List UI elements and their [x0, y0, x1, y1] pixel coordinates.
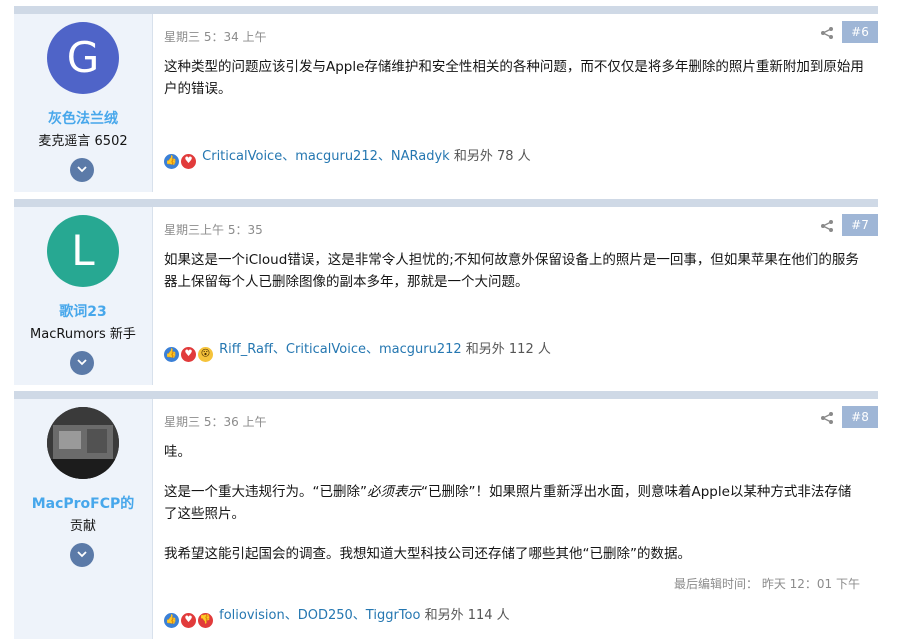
reactions-bar[interactable]: 👍 ♥ 😮 Riff_Raff、CriticalVoice、macguru212 和…: [164, 338, 551, 362]
avatar[interactable]: L: [47, 215, 119, 287]
reactions-bar[interactable]: 👍 ♥ CriticalVoice、macguru212、NARadyk 和另外 …: [164, 145, 531, 169]
avatar-letter: L: [71, 226, 95, 275]
post-body: 哇。 这是一个重大违规行为。“已删除”必须表示“已删除”！如果照片重新浮出水面，…: [164, 441, 864, 565]
share-icon[interactable]: [820, 411, 834, 425]
reaction-count[interactable]: 和另外 112 人: [466, 342, 551, 357]
post: G 灰色法兰绒 麦克遥言 6502 星期三 5：34 上午 #6 这种类型的问题…: [14, 6, 878, 192]
user-title: 麦克遥言 6502: [38, 134, 128, 149]
avatar-letter: G: [66, 33, 100, 82]
chevron-down-icon: [77, 359, 87, 366]
avatar[interactable]: [47, 407, 119, 479]
post-paragraph: 如果这是一个iCloud错误，这是非常令人担忧的;不知何故意外保留设备上的照片是…: [164, 252, 859, 290]
user-title: MacRumors 新手: [30, 327, 136, 342]
post-paragraph: 这是一个重大违规行为。“已删除”必须表示“已删除”！如果照片重新浮出水面，则意味…: [164, 484, 852, 522]
post: L 歌词23 MacRumors 新手 星期三上午 5：35 #7 如果这是一个…: [14, 199, 878, 385]
post-paragraph: 这种类型的问题应该引发与Apple存储维护和安全性相关的各种问题，而不仅仅是将多…: [164, 59, 864, 97]
last-edited: 最后编辑时间： 昨天 12：01 下午: [674, 577, 860, 591]
post-date[interactable]: 星期三 5：34 上午: [164, 28, 267, 45]
post: MacProFCP的 贡献 星期三 5：36 上午 #8 哇。 这是一个重大违规…: [14, 391, 878, 639]
reaction-users[interactable]: Riff_Raff、CriticalVoice、macguru212: [219, 342, 462, 357]
user-panel: L 歌词23 MacRumors 新手: [14, 207, 153, 385]
user-panel: MacProFCP的 贡献: [14, 399, 153, 639]
expand-user-button[interactable]: [70, 158, 94, 182]
expand-user-button[interactable]: [70, 351, 94, 375]
username[interactable]: 灰色法兰绒: [14, 108, 152, 128]
chevron-down-icon: [77, 166, 87, 173]
avatar[interactable]: G: [47, 22, 119, 94]
expand-user-button[interactable]: [70, 543, 94, 567]
post-date[interactable]: 星期三上午 5：35: [164, 221, 263, 238]
post-number[interactable]: #6: [842, 21, 878, 43]
thumbs-up-icon: 👍: [164, 154, 179, 169]
heart-icon: ♥: [181, 154, 196, 169]
username[interactable]: MacProFCP的: [14, 493, 152, 513]
chevron-down-icon: [77, 551, 87, 558]
post-number[interactable]: #7: [842, 214, 878, 236]
post-date[interactable]: 星期三 5：36 上午: [164, 413, 267, 430]
username[interactable]: 歌词23: [14, 301, 152, 321]
user-panel: G 灰色法兰绒 麦克遥言 6502: [14, 14, 153, 192]
post-paragraph: 我希望这能引起国会的调查。我想知道大型科技公司还存储了哪些其他“已删除”的数据。: [164, 546, 691, 562]
share-icon[interactable]: [820, 219, 834, 233]
reaction-users[interactable]: CriticalVoice、macguru212、NARadyk: [202, 149, 450, 164]
reaction-count[interactable]: 和另外 78 人: [454, 149, 531, 164]
emphasis-text: 必须表示: [367, 484, 421, 500]
user-title: 贡献: [69, 519, 96, 534]
wow-face-icon: 😮: [198, 347, 213, 362]
thumbs-up-icon: 👍: [164, 347, 179, 362]
post-body: 这种类型的问题应该引发与Apple存储维护和安全性相关的各种问题，而不仅仅是将多…: [164, 56, 864, 100]
avatar-photo-icon: [47, 407, 119, 479]
post-paragraph: 哇。: [164, 444, 191, 460]
post-number[interactable]: #8: [842, 406, 878, 428]
share-icon[interactable]: [820, 26, 834, 40]
heart-icon: ♥: [181, 347, 196, 362]
post-body: 如果这是一个iCloud错误，这是非常令人担忧的;不知何故意外保留设备上的照片是…: [164, 249, 864, 293]
reactions-bar[interactable]: 👍 ♥ 👎 foliovision、DOD250、TiggrToo 和另外 114 …: [164, 604, 510, 628]
